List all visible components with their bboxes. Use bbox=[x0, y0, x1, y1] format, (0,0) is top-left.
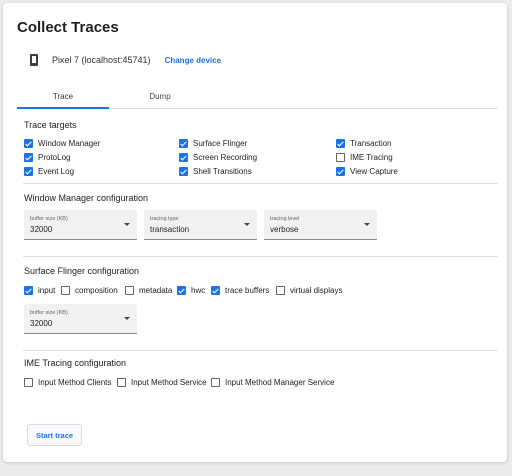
field-value: transaction bbox=[150, 225, 190, 234]
field-label: tracing level bbox=[270, 216, 300, 222]
checkbox-label: Input Method Manager Service bbox=[225, 378, 335, 387]
section-divider bbox=[23, 256, 498, 257]
checkbox-label: hwc bbox=[191, 286, 206, 295]
sf-buffer-size-select[interactable]: buffer size (KB) 32000 bbox=[24, 304, 137, 334]
tab-dump[interactable]: Dump bbox=[114, 85, 206, 108]
field-label: buffer size (KB) bbox=[30, 310, 68, 316]
checkbox[interactable] bbox=[24, 286, 33, 295]
target-protolog[interactable]: ProtoLog bbox=[24, 153, 70, 162]
checkbox[interactable] bbox=[117, 378, 126, 387]
wm-buffer-size-select[interactable]: buffer size (KB) 32000 bbox=[24, 210, 137, 240]
checkbox-label: Shell Transitions bbox=[193, 167, 252, 176]
checkbox[interactable] bbox=[179, 167, 188, 176]
target-screen-recording[interactable]: Screen Recording bbox=[179, 153, 257, 162]
ime-option-input-method-service[interactable]: Input Method Service bbox=[117, 378, 207, 387]
target-ime-tracing[interactable]: IME Tracing bbox=[336, 153, 393, 162]
dropdown-arrow-icon bbox=[364, 223, 370, 226]
page-title: Collect Traces bbox=[17, 19, 119, 36]
checkbox-label: IME Tracing bbox=[350, 153, 393, 162]
target-window-manager[interactable]: Window Manager bbox=[24, 139, 100, 148]
start-trace-button[interactable]: Start trace bbox=[27, 424, 82, 446]
ime-option-input-method-clients[interactable]: Input Method Clients bbox=[24, 378, 111, 387]
field-label: tracing type bbox=[150, 216, 179, 222]
checkbox[interactable] bbox=[24, 139, 33, 148]
checkbox-label: Input Method Service bbox=[131, 378, 207, 387]
checkbox[interactable] bbox=[179, 153, 188, 162]
checkbox[interactable] bbox=[336, 139, 345, 148]
sf-option-composition[interactable]: composition bbox=[61, 286, 118, 295]
wm-config-title: Window Manager configuration bbox=[24, 193, 149, 203]
sf-option-trace-buffers[interactable]: trace buffers bbox=[211, 286, 269, 295]
checkbox[interactable] bbox=[177, 286, 186, 295]
section-divider bbox=[23, 183, 498, 184]
checkbox-label: Screen Recording bbox=[193, 153, 258, 162]
field-value: verbose bbox=[270, 225, 299, 234]
device-row: Pixel 7 (localhost:45741) Change device bbox=[30, 53, 221, 67]
checkbox-label: Surface Flinger bbox=[193, 139, 248, 148]
checkbox[interactable] bbox=[211, 286, 220, 295]
checkbox[interactable] bbox=[61, 286, 70, 295]
sf-option-hwc[interactable]: hwc bbox=[177, 286, 205, 295]
tab-bar: Trace Dump bbox=[17, 85, 498, 109]
tab-dump-label: Dump bbox=[149, 92, 171, 101]
sf-config-title: Surface Flinger configuration bbox=[24, 266, 140, 276]
checkbox-label: Input Method Clients bbox=[38, 378, 112, 387]
active-tab-indicator bbox=[17, 107, 109, 109]
target-surface-flinger[interactable]: Surface Flinger bbox=[179, 139, 247, 148]
field-label: buffer size (KB) bbox=[30, 216, 68, 222]
field-value: 32000 bbox=[30, 319, 53, 328]
wm-tracing-level-select[interactable]: tracing level verbose bbox=[264, 210, 377, 240]
checkbox[interactable] bbox=[125, 286, 134, 295]
checkbox[interactable] bbox=[211, 378, 220, 387]
field-value: 32000 bbox=[30, 225, 53, 234]
checkbox-label: Transaction bbox=[350, 139, 392, 148]
target-transaction[interactable]: Transaction bbox=[336, 139, 392, 148]
checkbox-label: Event Log bbox=[38, 167, 75, 176]
trace-targets-title: Trace targets bbox=[24, 120, 77, 130]
ime-config-title: IME Tracing configuration bbox=[24, 358, 127, 368]
checkbox[interactable] bbox=[276, 286, 285, 295]
tab-trace-label: Trace bbox=[52, 92, 74, 101]
checkbox-label: Window Manager bbox=[38, 139, 101, 148]
checkbox[interactable] bbox=[179, 139, 188, 148]
change-device-link[interactable]: Change device bbox=[165, 56, 221, 65]
checkbox-label: View Capture bbox=[350, 167, 398, 176]
checkbox-label: composition bbox=[75, 286, 118, 295]
checkbox[interactable] bbox=[336, 167, 345, 176]
sf-option-virtual-displays[interactable]: virtual displays bbox=[276, 286, 342, 295]
checkbox-label: trace buffers bbox=[225, 286, 270, 295]
tab-trace[interactable]: Trace bbox=[17, 85, 109, 109]
device-name: Pixel 7 (localhost:45741) bbox=[52, 55, 151, 65]
checkbox[interactable] bbox=[336, 153, 345, 162]
sf-option-metadata[interactable]: metadata bbox=[125, 286, 172, 295]
checkbox[interactable] bbox=[24, 167, 33, 176]
checkbox-label: input bbox=[38, 286, 56, 295]
smartphone-icon bbox=[30, 54, 38, 66]
target-shell-transitions[interactable]: Shell Transitions bbox=[179, 167, 252, 176]
checkbox-label: ProtoLog bbox=[38, 153, 71, 162]
checkbox-label: virtual displays bbox=[290, 286, 343, 295]
checkbox[interactable] bbox=[24, 153, 33, 162]
dropdown-arrow-icon bbox=[124, 223, 130, 226]
sf-option-input[interactable]: input bbox=[24, 286, 55, 295]
dropdown-arrow-icon bbox=[124, 317, 130, 320]
checkbox[interactable] bbox=[24, 378, 33, 387]
target-view-capture[interactable]: View Capture bbox=[336, 167, 398, 176]
collect-traces-card: Collect Traces Pixel 7 (localhost:45741)… bbox=[3, 3, 507, 462]
checkbox-label: metadata bbox=[139, 286, 173, 295]
ime-option-input-method-manager-service[interactable]: Input Method Manager Service bbox=[211, 378, 334, 387]
dropdown-arrow-icon bbox=[244, 223, 250, 226]
section-divider bbox=[23, 350, 498, 351]
target-event-log[interactable]: Event Log bbox=[24, 167, 74, 176]
wm-tracing-type-select[interactable]: tracing type transaction bbox=[144, 210, 257, 240]
